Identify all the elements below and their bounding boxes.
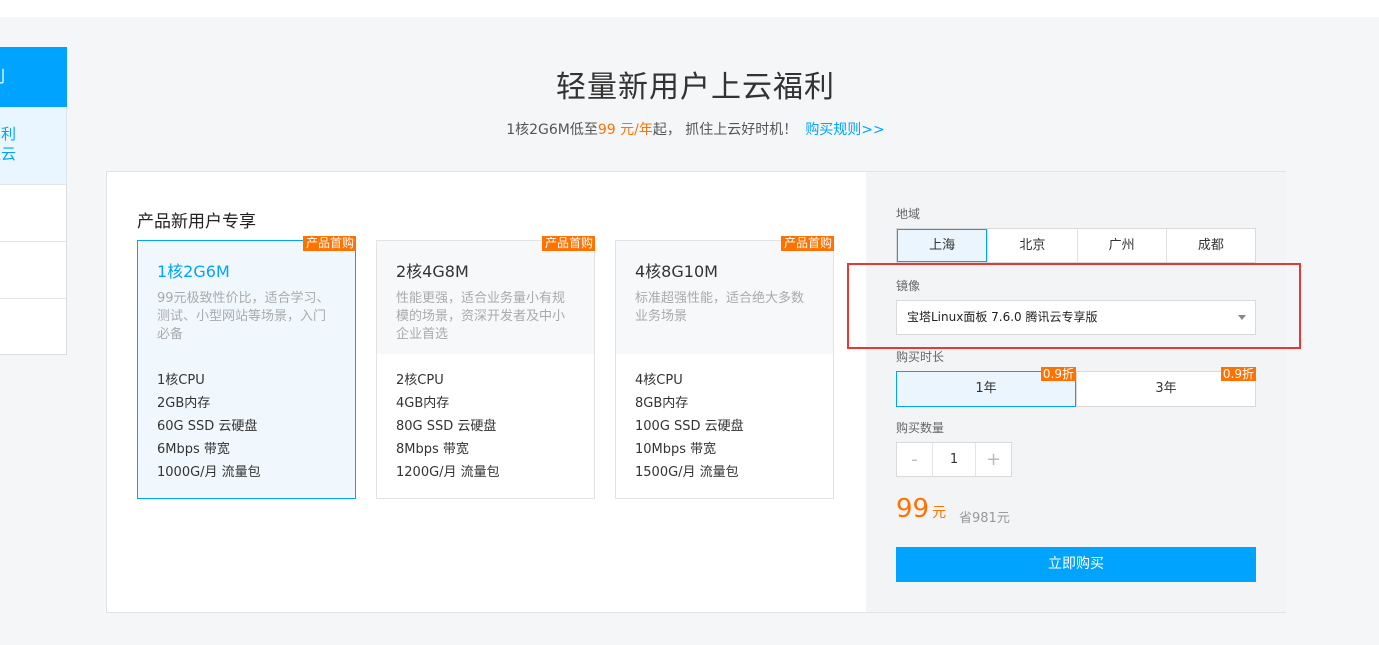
region-option-beijing[interactable]: 北京 [987,229,1076,262]
card-header: 2核4G8M 性能更强，适合业务量小有规模的场景，资深开发者及中小企业首选 [377,241,594,354]
page-subtitle: 1核2G6M低至99 元/年起， 抓住上云好时机！ 购买规则>> [0,119,1379,139]
price-value: 99 [896,494,930,524]
first-purchase-tag: 产品首购 [780,236,834,251]
spec-cpu: 1核CPU [157,373,205,388]
card-name: 2核4G8M [396,262,469,281]
section-title: 产品新用户专享 [137,212,256,232]
card-specs: 1核CPU 2GB内存 60G SSD 云硬盘 6Mbps 带宽 1000G/月… [138,354,355,484]
discount-badge: 0.9折 [1040,367,1076,381]
region-selector: 上海 北京 广州 成都 [896,228,1256,263]
spec-cpu: 2核CPU [396,373,444,388]
first-purchase-tag: 产品首购 [541,236,595,251]
spec-cpu: 4核CPU [635,373,683,388]
price-unit: 元 [932,505,947,521]
card-description: 99元极致性价比，适合学习、测试、小型网站等场景，入门必备 [157,291,330,342]
subtitle-prefix: 1核2G6M低至 [506,122,598,138]
spec-memory: 8GB内存 [635,396,689,411]
spec-memory: 4GB内存 [396,396,450,411]
offer-panel: 产品新用户专享 产品首购 1核2G6M 99元极致性价比，适合学习、测试、小型网… [106,171,1286,613]
card-specs: 2核CPU 4GB内存 80G SSD 云硬盘 8Mbps 带宽 1200G/月… [377,354,594,484]
spec-disk: 80G SSD 云硬盘 [396,419,497,434]
spec-bandwidth: 10Mbps 带宽 [635,442,717,457]
side-nav-item[interactable]: 》 [0,298,67,355]
buy-now-button[interactable]: 立即购买 [896,547,1256,582]
quantity-increment-button[interactable]: + [976,443,1011,476]
card-specs: 4核CPU 8GB内存 100G SSD 云硬盘 10Mbps 带宽 1500G… [616,354,833,484]
region-option-guangzhou[interactable]: 广州 [1076,229,1166,262]
chevron-right-icon: 》 [0,320,7,335]
quantity-input[interactable]: 1 [932,443,976,476]
discount-badge: 0.9折 [1220,367,1256,381]
page-title: 轻量新用户上云福利 [556,70,835,105]
duration-selector: 1年 0.9折 3年 0.9折 [896,367,1256,407]
side-nav-item[interactable]: 》 [0,241,67,298]
spec-disk: 60G SSD 云硬盘 [157,419,258,434]
chevron-right-icon: 》 [0,206,7,221]
price-display: 99 元 [896,494,946,524]
quantity-decrement-button[interactable]: - [897,443,932,476]
purchase-rules-link[interactable]: 购买规则>> [805,122,884,138]
card-name: 4核8G10M [635,262,718,281]
side-nav-sub-line2: 上云 [0,145,17,163]
spec-traffic: 1200G/月 流量包 [396,465,500,480]
region-label: 地域 [896,207,921,221]
first-purchase-tag: 产品首购 [302,236,356,251]
duration-option-label: 3年 [1155,381,1177,396]
card-description: 性能更强，适合业务量小有规模的场景，资深开发者及中小企业首选 [396,291,566,342]
region-option-chengdu[interactable]: 成都 [1165,229,1255,262]
product-card-4c8g[interactable]: 产品首购 4核8G10M 标准超强性能，适合绝大多数业务场景 4核CPU 8GB… [615,236,834,499]
highlight-annotation-box [847,263,1301,349]
subtitle-suffix: 起， 抓住上云好时机！ [652,122,798,138]
spec-bandwidth: 6Mbps 带宽 [157,442,230,457]
spec-traffic: 1000G/月 流量包 [157,465,261,480]
spec-disk: 100G SSD 云硬盘 [635,419,744,434]
side-nav-item[interactable]: 》 [0,184,67,241]
product-card-1c2g[interactable]: 产品首购 1核2G6M 99元极致性价比，适合学习、测试、小型网站等场景，入门必… [137,236,356,499]
duration-option-label: 1年 [975,381,997,396]
duration-option-3y[interactable]: 3年 0.9折 [1076,367,1256,407]
quantity-stepper: - 1 + [896,442,1012,477]
card-name: 1核2G6M [157,262,230,281]
savings-text: 省981元 [959,511,1010,526]
duration-label: 购买时长 [896,350,945,364]
spec-bandwidth: 8Mbps 带宽 [396,442,469,457]
duration-option-1y[interactable]: 1年 0.9折 [896,367,1076,407]
subtitle-price: 99 元/年 [597,122,653,138]
card-header: 1核2G6M 99元极致性价比，适合学习、测试、小型网站等场景，入门必备 [138,241,355,354]
quantity-label: 购买数量 [896,421,945,435]
product-card-2c4g[interactable]: 产品首购 2核4G8M 性能更强，适合业务量小有规模的场景，资深开发者及中小企业… [376,236,595,499]
card-header: 4核8G10M 标准超强性能，适合绝大多数业务场景 [616,241,833,354]
region-option-shanghai[interactable]: 上海 [897,229,988,262]
spec-memory: 2GB内存 [157,396,211,411]
top-strip [0,0,1379,17]
spec-traffic: 1500G/月 流量包 [635,465,739,480]
chevron-right-icon: 》 [0,263,7,278]
card-description: 标准超强性能，适合绝大多数业务场景 [635,291,805,324]
